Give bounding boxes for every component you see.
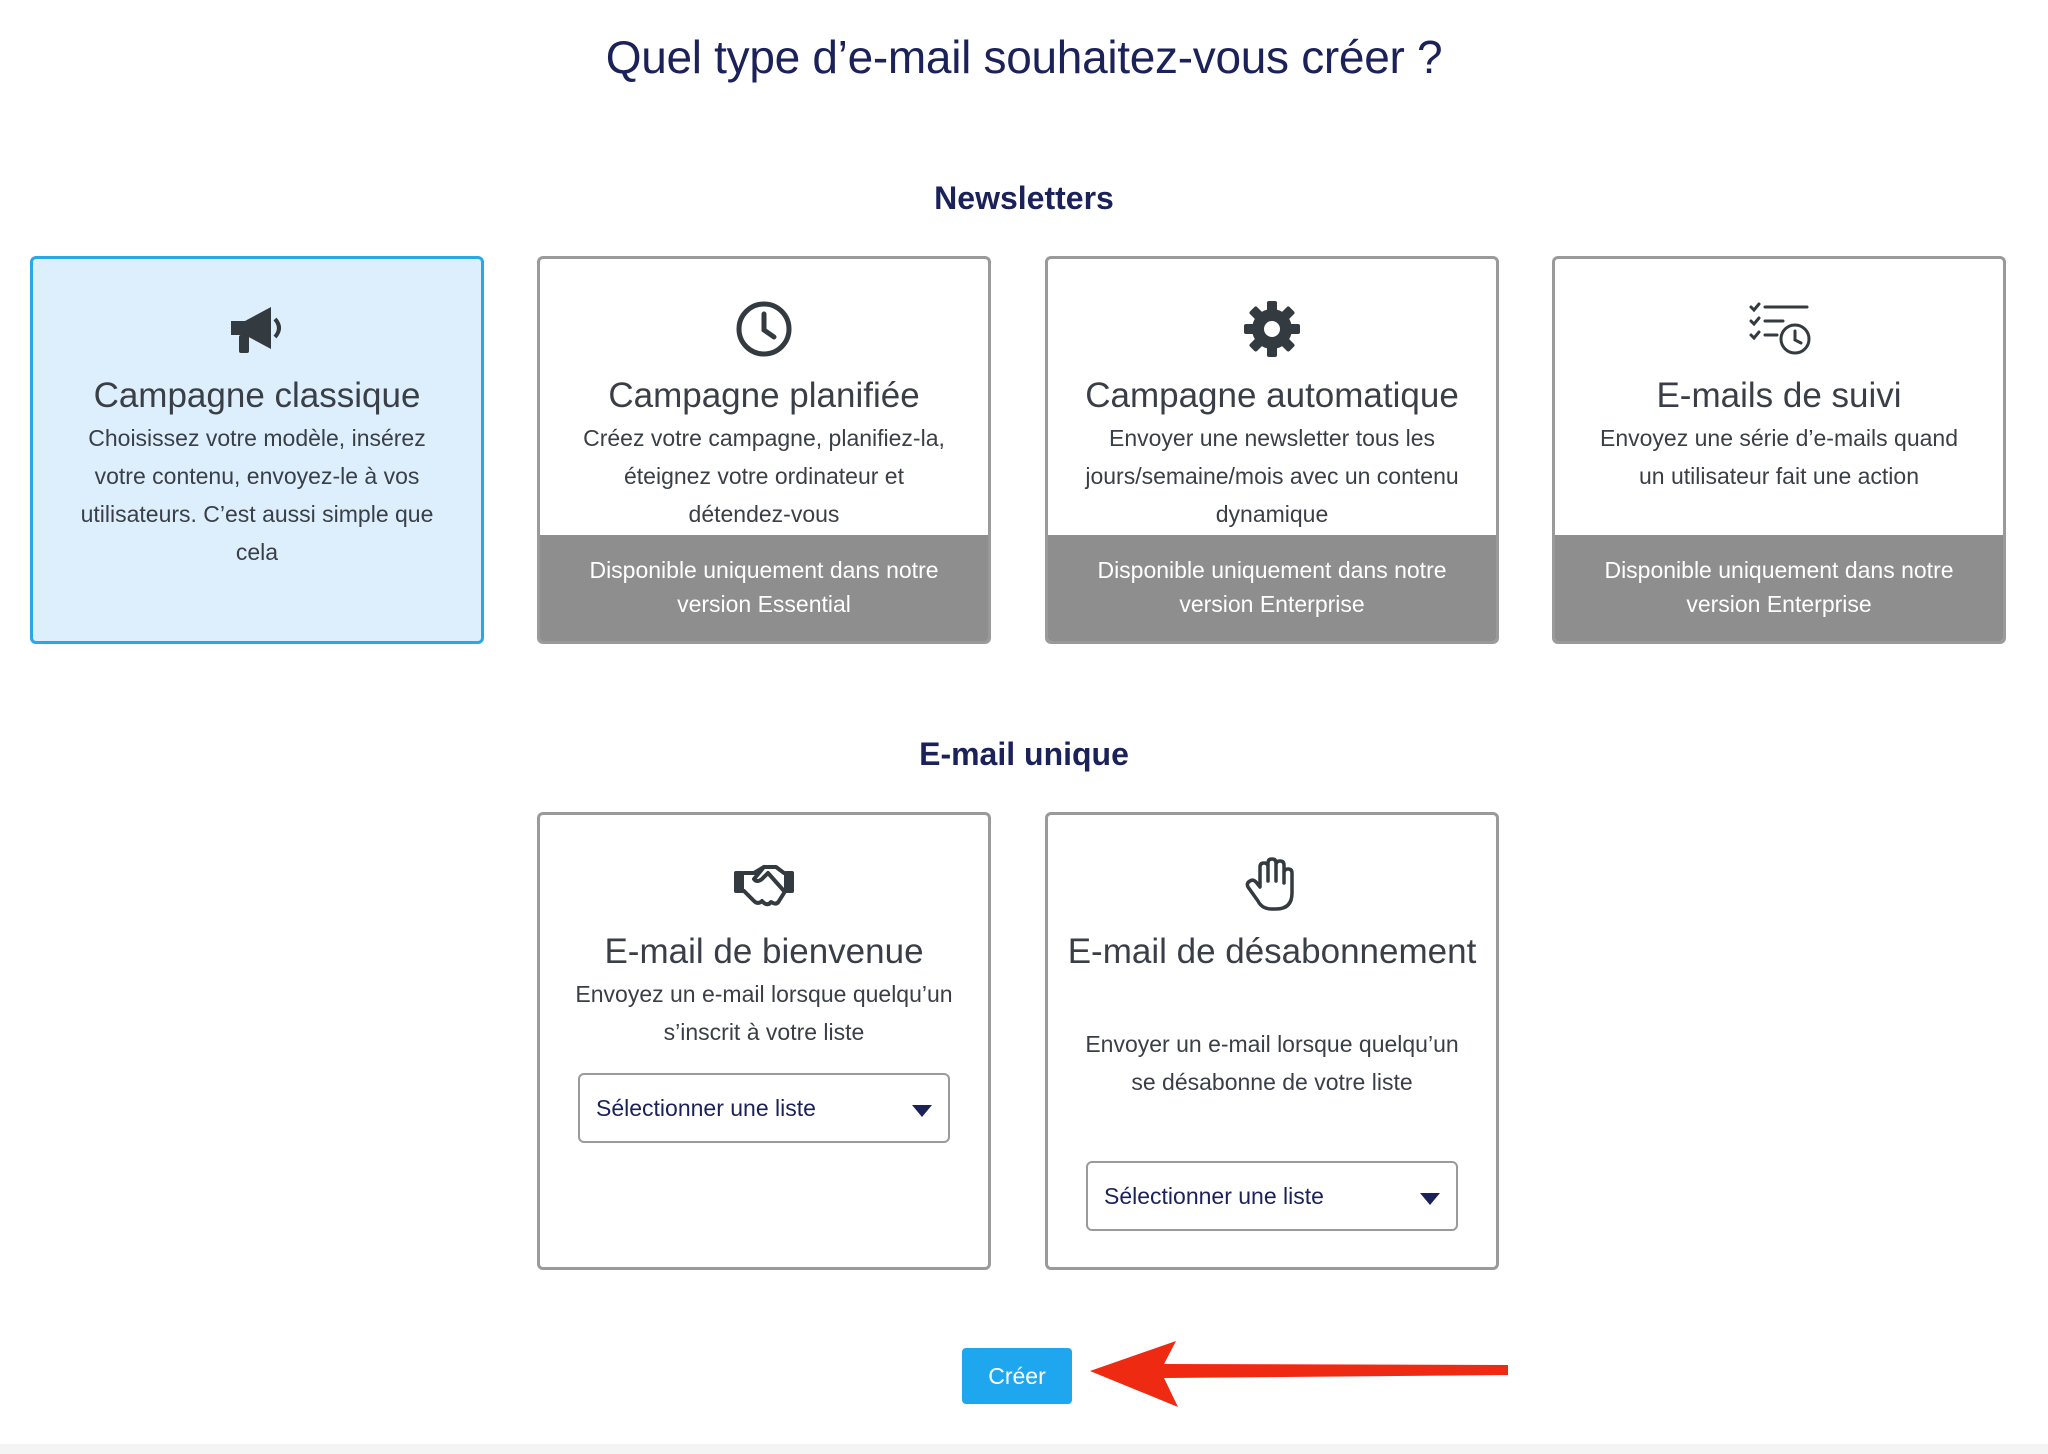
create-button[interactable]: Créer [962,1348,1072,1404]
card-title: E-mail de bienvenue [604,932,924,971]
hand-icon [1240,853,1304,917]
card-title: E-mail de désabonnement [1067,932,1477,971]
section-title-single-email: E-mail unique [919,736,1129,772]
megaphone-icon [225,297,289,361]
card-classic-campaign[interactable]: Campagne classique Choisissez votre modè… [30,256,484,644]
page-title: Quel type d’e-mail souhaitez-vous créer … [605,31,1443,83]
welcome-list-select[interactable]: Sélectionner une liste [578,1073,950,1143]
card-unsubscribe-email[interactable]: E-mail de désabonnement Envoyer un e-mai… [1045,812,1499,1270]
card-description: Envoyez une série d’e-mails quand un uti… [1600,425,1958,489]
checklist-clock-icon [1747,297,1811,361]
handshake-icon [732,853,796,917]
card-description: Envoyer une newsletter tous les jours/se… [1085,425,1459,527]
card-scheduled-campaign[interactable]: Campagne planifiée Créez votre campagne,… [537,256,991,644]
availability-banner: Disponible uniquement dans notre version… [1048,535,1496,641]
card-title: E-mails de suivi [1656,376,1902,415]
unsubscribe-list-select[interactable]: Sélectionner une liste [1086,1161,1458,1231]
card-description: Créez votre campagne, planifiez-la, étei… [583,425,945,527]
chevron-down-icon [912,1105,932,1117]
section-title-newsletters: Newsletters [934,180,1114,216]
select-value: Sélectionner une liste [1104,1182,1324,1209]
card-automatic-campaign[interactable]: Campagne automatique Envoyer une newslet… [1045,256,1499,644]
card-followup-emails[interactable]: E-mails de suivi Envoyez une série d’e-m… [1552,256,2006,644]
availability-banner: Disponible uniquement dans notre version… [540,535,988,641]
select-value: Sélectionner une liste [596,1094,816,1121]
card-welcome-email[interactable]: E-mail de bienvenue Envoyez un e-mail lo… [537,812,991,1270]
availability-banner: Disponible uniquement dans notre version… [1555,535,2003,641]
gear-icon [1240,297,1304,361]
card-description: Envoyez un e-mail lorsque quelqu’un s’in… [575,981,953,1045]
card-title: Campagne classique [93,376,421,415]
card-description: Envoyer un e-mail lorsque quelqu’un se d… [1085,1031,1459,1095]
card-title: Campagne automatique [1085,376,1459,415]
footer-strip [0,1444,2048,1454]
card-title: Campagne planifiée [608,376,920,415]
clock-icon [732,297,796,361]
chevron-down-icon [1420,1193,1440,1205]
annotation-arrow-icon [1090,1341,1508,1407]
card-description: Choisissez votre modèle, insérez votre c… [80,425,434,565]
